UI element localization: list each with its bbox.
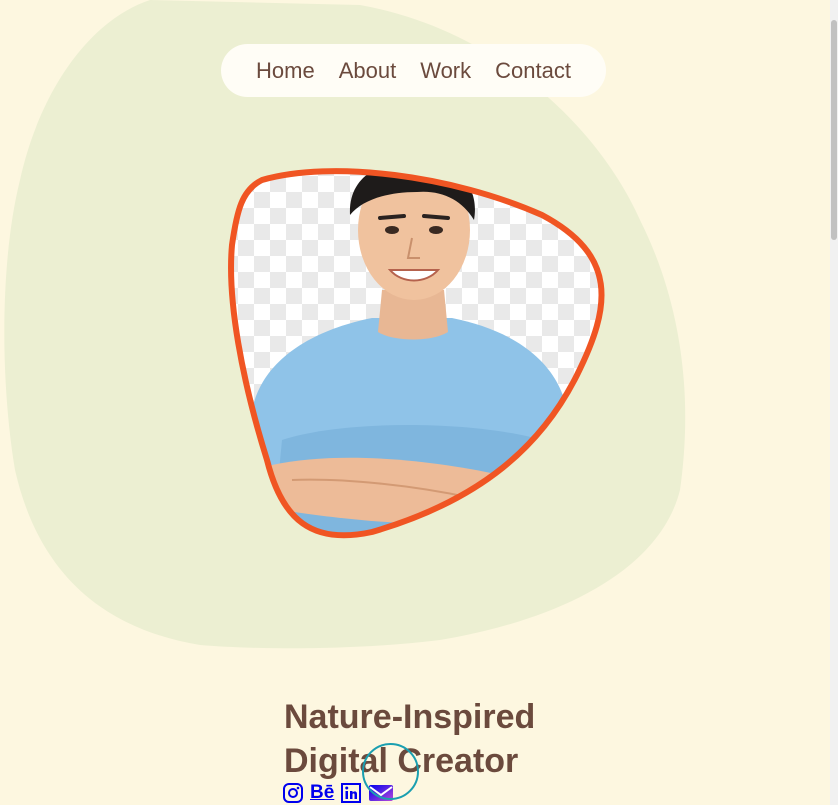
behance-icon[interactable]: Bē: [310, 782, 334, 804]
nav-work-link[interactable]: Work: [420, 58, 471, 84]
cursor-ring: [362, 743, 419, 800]
portrait-image: [228, 168, 605, 539]
linkedin-icon[interactable]: [340, 782, 362, 804]
instagram-icon[interactable]: [282, 782, 304, 804]
vertical-scrollbar[interactable]: [830, 0, 838, 805]
nav-about-link[interactable]: About: [339, 58, 397, 84]
main-nav: Home About Work Contact: [221, 44, 606, 97]
nav-home-link[interactable]: Home: [256, 58, 315, 84]
hero-title-line1: Nature-Inspired: [284, 698, 536, 736]
nav-contact-link[interactable]: Contact: [495, 58, 571, 84]
scrollbar-thumb[interactable]: [831, 20, 837, 240]
